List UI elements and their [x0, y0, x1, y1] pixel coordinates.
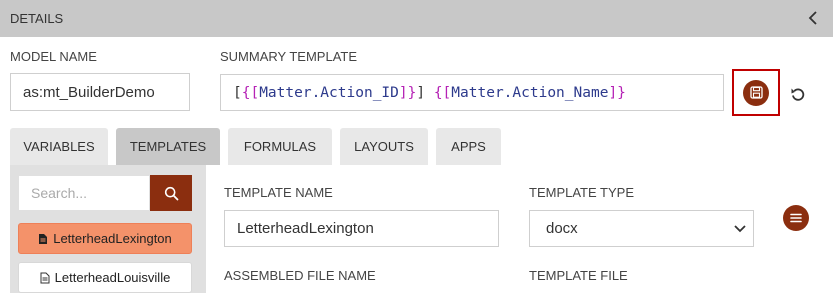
- tab-formulas[interactable]: FORMULAS: [228, 128, 332, 165]
- tab-layouts[interactable]: LAYOUTS: [340, 128, 428, 165]
- summary-token: Matter.Action_ID: [259, 84, 399, 101]
- chevron-left-icon: [808, 11, 817, 25]
- summary-template-label: SUMMARY TEMPLATE: [220, 49, 358, 64]
- template-type-select[interactable]: docx: [529, 210, 754, 247]
- menu-icon: [790, 213, 802, 223]
- model-name-label: MODEL NAME: [10, 49, 97, 64]
- details-header: DETAILS: [0, 0, 833, 37]
- template-menu-button[interactable]: [783, 205, 809, 231]
- assembled-file-name-label: ASSEMBLED FILE NAME: [224, 268, 376, 283]
- collapse-button[interactable]: [803, 8, 823, 28]
- summary-token: ]}: [398, 84, 417, 101]
- template-item-label: LetterheadLouisville: [54, 270, 171, 285]
- summary-template-field[interactable]: [{[Matter.Action_ID]}] {[Matter.Action_N…: [220, 74, 724, 111]
- tab-apps[interactable]: APPS: [436, 128, 501, 165]
- file-icon: [39, 233, 48, 244]
- template-type-label: TEMPLATE TYPE: [529, 185, 634, 200]
- save-button[interactable]: [732, 69, 780, 116]
- file-icon: [40, 272, 50, 283]
- save-icon: [749, 86, 763, 99]
- summary-token: ]: [416, 84, 434, 101]
- undo-button[interactable]: [787, 83, 809, 105]
- tab-templates[interactable]: TEMPLATES: [116, 128, 220, 165]
- summary-token: {[: [433, 84, 452, 101]
- summary-token: Matter.Action_Name: [451, 84, 609, 101]
- search-icon: [164, 186, 178, 200]
- template-type-value: docx: [546, 220, 578, 237]
- details-title: DETAILS: [10, 11, 64, 26]
- template-list-item[interactable]: LetterheadLexington: [18, 223, 192, 254]
- summary-token: {[: [241, 84, 260, 101]
- search-button[interactable]: [150, 175, 192, 211]
- search-input[interactable]: Search...: [18, 175, 150, 211]
- model-name-field[interactable]: as:mt_BuilderDemo: [10, 73, 190, 111]
- chevron-down-icon: [734, 225, 746, 233]
- template-item-label: LetterheadLexington: [53, 231, 172, 246]
- template-list-item[interactable]: LetterheadLouisville: [18, 262, 192, 293]
- tab-variables[interactable]: VARIABLES: [10, 128, 108, 165]
- undo-icon: [791, 88, 805, 101]
- template-name-label: TEMPLATE NAME: [224, 185, 333, 200]
- summary-token: ]}: [608, 84, 626, 101]
- summary-token: [: [233, 84, 242, 101]
- template-name-field[interactable]: LetterheadLexington: [224, 210, 499, 247]
- search-placeholder: Search...: [31, 185, 88, 201]
- template-file-label: TEMPLATE FILE: [529, 268, 628, 283]
